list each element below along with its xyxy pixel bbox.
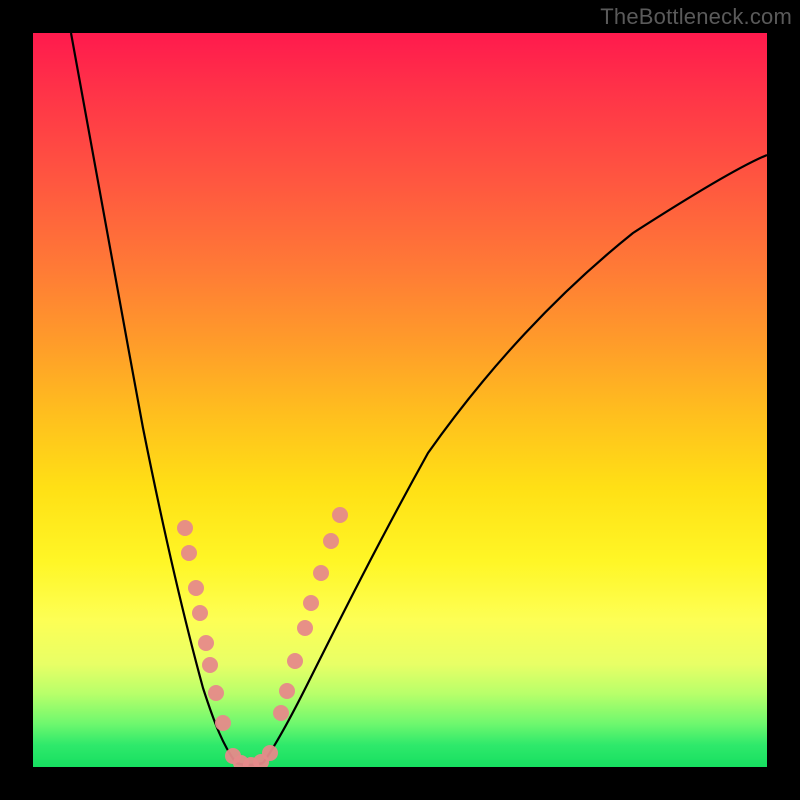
marker-dot <box>332 507 348 523</box>
marker-dot <box>188 580 204 596</box>
curve-left-branch <box>71 33 236 763</box>
marker-dot <box>287 653 303 669</box>
plot-area <box>33 33 767 767</box>
chart-frame: TheBottleneck.com <box>0 0 800 800</box>
marker-dot <box>215 715 231 731</box>
marker-dot <box>262 745 278 761</box>
marker-dot <box>208 685 224 701</box>
marker-dot <box>313 565 329 581</box>
markers-left <box>177 520 231 731</box>
marker-dot <box>181 545 197 561</box>
curve-layer <box>33 33 767 767</box>
marker-dot <box>297 620 313 636</box>
marker-dot <box>177 520 193 536</box>
markers-bottom <box>225 745 278 767</box>
marker-dot <box>192 605 208 621</box>
curve-right-branch <box>263 155 767 763</box>
marker-dot <box>202 657 218 673</box>
marker-dot <box>279 683 295 699</box>
marker-dot <box>303 595 319 611</box>
watermark-text: TheBottleneck.com <box>600 4 792 30</box>
marker-dot <box>273 705 289 721</box>
markers-right <box>273 507 348 721</box>
marker-dot <box>323 533 339 549</box>
marker-dot <box>198 635 214 651</box>
